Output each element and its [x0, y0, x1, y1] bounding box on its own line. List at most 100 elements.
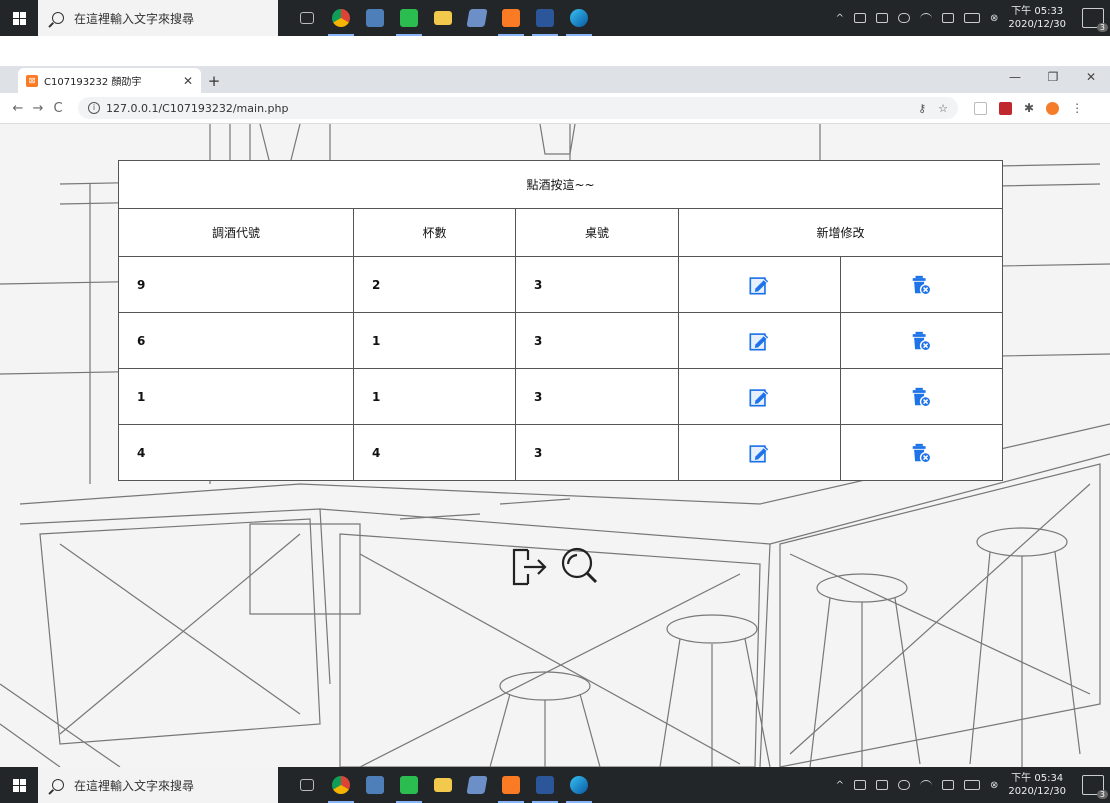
- clock[interactable]: 下午 05:33 2020/12/30: [1008, 5, 1066, 31]
- trash-delete-icon[interactable]: [910, 442, 932, 464]
- forward-button[interactable]: →: [28, 101, 48, 116]
- tray-icon-1[interactable]: [853, 780, 866, 790]
- reload-button[interactable]: C: [48, 101, 68, 116]
- edit-icon[interactable]: [748, 386, 770, 408]
- task-view-button[interactable]: [290, 0, 324, 36]
- speaker-icon[interactable]: [941, 780, 954, 790]
- delete-cell[interactable]: [839, 256, 1004, 313]
- edit-icon[interactable]: [748, 442, 770, 464]
- line-icon: [400, 776, 418, 794]
- app-taskbar-2[interactable]: [358, 0, 392, 36]
- cloud-icon[interactable]: [897, 780, 910, 790]
- address-bar[interactable]: i 127.0.0.1/C107193232/main.php ⚷ ☆: [78, 97, 958, 119]
- chevron-up-icon[interactable]: ^: [836, 13, 844, 24]
- trash-delete-icon[interactable]: [910, 386, 932, 408]
- xampp-taskbar-app[interactable]: [494, 767, 528, 803]
- cell-cups: 2: [353, 256, 516, 313]
- word-icon: [536, 9, 554, 27]
- line-taskbar-app[interactable]: [392, 0, 426, 36]
- ime-icon[interactable]: ⊗: [990, 13, 998, 24]
- file-explorer-taskbar-app[interactable]: [426, 767, 460, 803]
- browser-tab[interactable]: ⊠ C107193232 顏劭宇 ✕: [18, 68, 201, 93]
- trash-delete-icon[interactable]: [910, 274, 932, 296]
- edit-icon[interactable]: [748, 274, 770, 296]
- xampp-taskbar-app[interactable]: [494, 0, 528, 36]
- menu-kebab-icon[interactable]: ⋮: [1071, 101, 1083, 115]
- delete-cell[interactable]: [839, 424, 1004, 481]
- speaker-icon[interactable]: [941, 13, 954, 23]
- tab-close-icon[interactable]: ✕: [183, 74, 193, 88]
- puzzle-icon[interactable]: ✱: [1024, 101, 1034, 115]
- order-table: 點酒按這~~ 調酒代號 杯數 桌號 新增修改 923613113443: [118, 160, 1004, 481]
- folder-icon: [434, 11, 452, 25]
- taskbar-bottom: 在這裡輸入文字來搜尋 ^ ⊗ 下午 05:34 2020/12/30 3: [0, 767, 1110, 803]
- edge-taskbar-app[interactable]: [562, 0, 596, 36]
- logout-icon[interactable]: [508, 544, 552, 588]
- edit-cell[interactable]: [678, 256, 841, 313]
- minimize-button[interactable]: —: [996, 66, 1034, 93]
- page-content: 點酒按這~~ 調酒代號 杯數 桌號 新增修改 923613113443: [0, 124, 1110, 767]
- search-icon: [52, 779, 64, 791]
- line-taskbar-app[interactable]: [392, 767, 426, 803]
- word-taskbar-app[interactable]: [528, 0, 562, 36]
- file-explorer-taskbar-app[interactable]: [426, 0, 460, 36]
- tray-icon-1[interactable]: [853, 13, 866, 23]
- tray-icon-2[interactable]: [875, 780, 888, 790]
- edge-taskbar-app[interactable]: [562, 767, 596, 803]
- back-button[interactable]: ←: [8, 101, 28, 116]
- app-taskbar-5[interactable]: [460, 767, 494, 803]
- notification-count: 3: [1096, 790, 1108, 799]
- table-row: 113: [118, 368, 1004, 425]
- chevron-up-icon[interactable]: ^: [836, 780, 844, 791]
- cell-table-no: 3: [515, 424, 679, 481]
- wifi-icon[interactable]: [919, 780, 932, 790]
- taskbar-search-box-bottom[interactable]: 在這裡輸入文字來搜尋: [38, 767, 278, 803]
- edge-icon: [570, 776, 588, 794]
- info-icon[interactable]: i: [88, 102, 100, 114]
- taskbar-search-box[interactable]: 在這裡輸入文字來搜尋: [38, 0, 278, 36]
- edge-icon: [570, 9, 588, 27]
- bookmark-star-icon[interactable]: ☆: [938, 102, 948, 115]
- task-view-button[interactable]: [290, 767, 324, 803]
- windows-icon: [12, 11, 26, 25]
- trash-delete-icon[interactable]: [910, 330, 932, 352]
- notification-icon[interactable]: 3: [1082, 775, 1108, 799]
- profile-avatar[interactable]: [1046, 101, 1060, 115]
- start-button-bottom[interactable]: [0, 767, 38, 803]
- cloud-icon[interactable]: [897, 13, 910, 23]
- app-taskbar-2[interactable]: [358, 767, 392, 803]
- start-button[interactable]: [0, 0, 38, 36]
- table-title[interactable]: 點酒按這~~: [118, 160, 1003, 209]
- app-taskbar-5[interactable]: [460, 0, 494, 36]
- keyboard-icon[interactable]: [963, 780, 980, 790]
- delete-cell[interactable]: [839, 312, 1004, 369]
- keyboard-icon[interactable]: [963, 13, 980, 23]
- wifi-icon[interactable]: [919, 13, 932, 23]
- taskbar-search-placeholder: 在這裡輸入文字來搜尋: [74, 778, 195, 793]
- close-window-button[interactable]: ✕: [1072, 66, 1110, 93]
- restore-button[interactable]: ❐: [1034, 66, 1072, 93]
- extension-icon-1[interactable]: [974, 101, 987, 115]
- edit-cell[interactable]: [678, 312, 841, 369]
- key-icon[interactable]: ⚷: [918, 102, 926, 115]
- chrome-icon: [332, 776, 350, 794]
- ime-icon[interactable]: ⊗: [990, 780, 998, 791]
- header-modify: 新增修改: [678, 208, 1003, 257]
- search-icon[interactable]: [558, 544, 602, 588]
- cell-table-no: 3: [515, 256, 679, 313]
- xampp-icon: [502, 9, 520, 27]
- clock-bottom[interactable]: 下午 05:34 2020/12/30: [1008, 772, 1066, 798]
- folder-icon: [434, 778, 452, 792]
- word-taskbar-app[interactable]: [528, 767, 562, 803]
- tray-icon-2[interactable]: [875, 13, 888, 23]
- edit-cell[interactable]: [678, 368, 841, 425]
- new-tab-button[interactable]: +: [205, 72, 223, 90]
- chrome-taskbar-app[interactable]: [324, 767, 358, 803]
- edit-cell[interactable]: [678, 424, 841, 481]
- notification-icon[interactable]: 3: [1082, 8, 1108, 32]
- delete-cell[interactable]: [839, 368, 1004, 425]
- edit-icon[interactable]: [748, 330, 770, 352]
- extension-icon-2[interactable]: [999, 101, 1012, 115]
- chrome-taskbar-app[interactable]: [324, 0, 358, 36]
- search-icon: [52, 12, 64, 24]
